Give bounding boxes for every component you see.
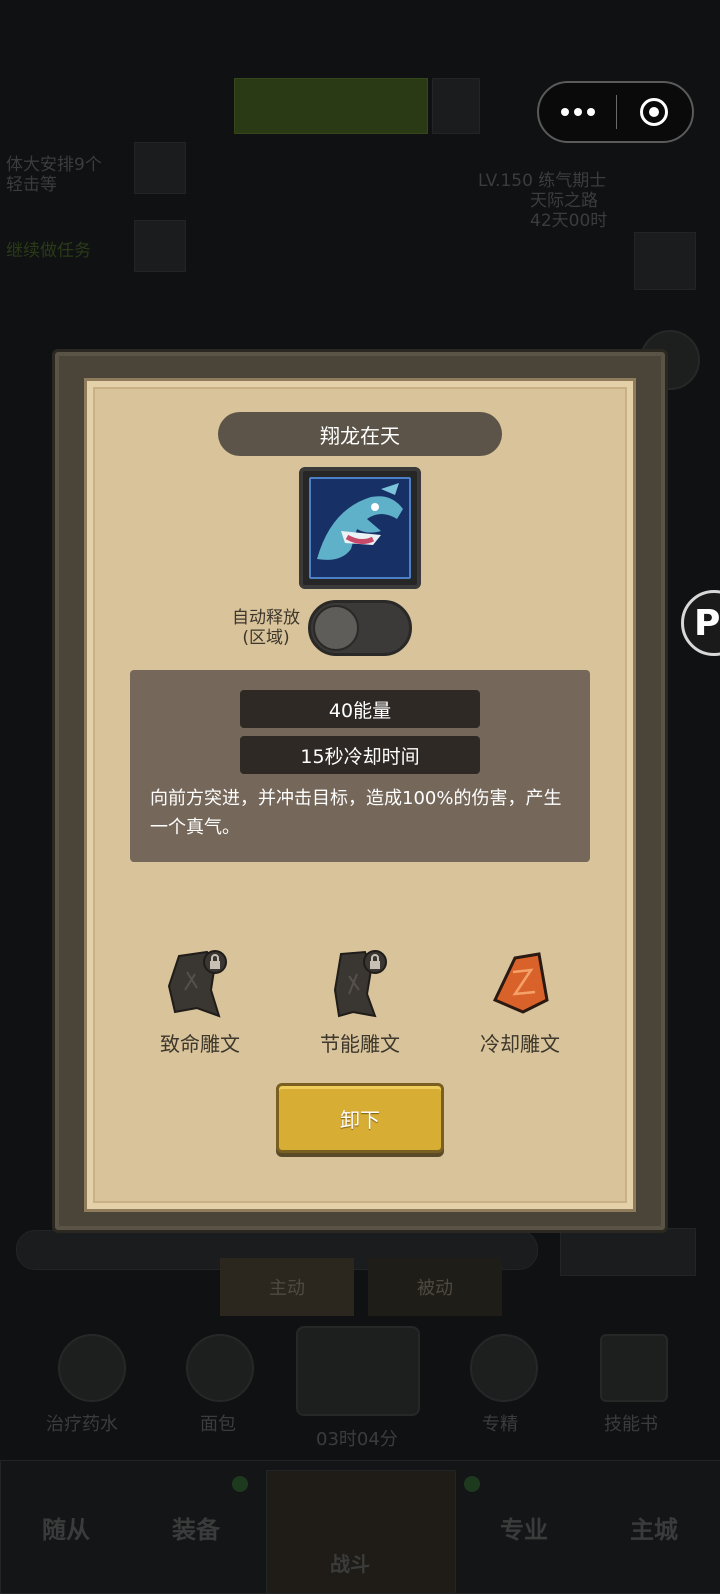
unequip-button[interactable]: 卸下: [276, 1083, 444, 1153]
auto-release-toggle[interactable]: [308, 600, 412, 656]
item-label-3: 03时04分: [316, 1429, 398, 1450]
dot-icon: [573, 108, 582, 116]
cooldown-rune-icon: [487, 950, 553, 1020]
item-slot-2: [186, 1334, 254, 1402]
auto-release-label: 自动释放 (区域): [222, 608, 310, 648]
refresh-tile: [432, 78, 480, 134]
rune-energy-saving[interactable]: 节能雕文: [290, 950, 430, 1057]
item-slot-1: [58, 1334, 126, 1402]
left-task-3: 继续做任务: [6, 241, 91, 261]
target-icon: [640, 98, 669, 126]
left-task-2: 轻击等: [6, 175, 57, 195]
cooldown-time: 15秒冷却时间: [240, 736, 480, 774]
nav-equipment: 装备: [172, 1516, 220, 1544]
tab-passive: 被动: [368, 1258, 502, 1316]
side-button: [634, 232, 696, 290]
stone-rune-icon: [327, 950, 393, 1020]
right-info-3: 42天00时: [530, 211, 608, 231]
item-slot-4: [470, 1334, 538, 1402]
item-label-2: 面包: [200, 1414, 236, 1435]
item-label-5: 技能书: [604, 1414, 658, 1435]
auto-release-sub: (区域): [242, 628, 290, 648]
close-miniprogram-button[interactable]: [617, 98, 692, 126]
more-button[interactable]: [539, 108, 616, 116]
rune-name: 冷却雕文: [480, 1032, 560, 1056]
nav-main-city: 主城: [630, 1516, 678, 1544]
dot-icon: [586, 108, 595, 116]
top-green-bar: [234, 78, 428, 134]
bg-right-btn: [560, 1228, 696, 1276]
task-slot-2: [134, 220, 186, 272]
skill-description: 向前方突进，并冲击目标，造成100%的伤害，产生一个真气。: [150, 788, 562, 838]
nav-followers: 随从: [42, 1516, 90, 1544]
nav-profession: 专业: [500, 1516, 548, 1544]
stone-rune-icon: [167, 950, 233, 1020]
skill-title: 翔龙在天: [218, 412, 502, 456]
toggle-knob: [313, 605, 359, 651]
dot-icon: [560, 108, 569, 116]
miniprogram-capsule: [537, 81, 694, 143]
tab-active: 主动: [220, 1258, 354, 1316]
item-slot-5: [600, 1334, 668, 1402]
item-label-1: 治疗药水: [46, 1414, 118, 1435]
rune-critical[interactable]: 致命雕文: [130, 950, 270, 1057]
rune-cooldown[interactable]: 冷却雕文: [450, 950, 590, 1057]
item-label-4: 专精: [482, 1414, 518, 1435]
energy-cost: 40能量: [240, 690, 480, 728]
nav-dot-1: [232, 1476, 248, 1492]
item-slot-3: [296, 1326, 420, 1416]
auto-release-text: 自动释放: [232, 608, 300, 628]
rune-name: 致命雕文: [160, 1032, 240, 1056]
task-slot-1: [134, 142, 186, 194]
rune-name: 节能雕文: [320, 1032, 400, 1056]
nav-battle: 战斗: [330, 1552, 370, 1576]
nav-dot-2: [464, 1476, 480, 1492]
dragon-skill-icon: [299, 467, 421, 589]
